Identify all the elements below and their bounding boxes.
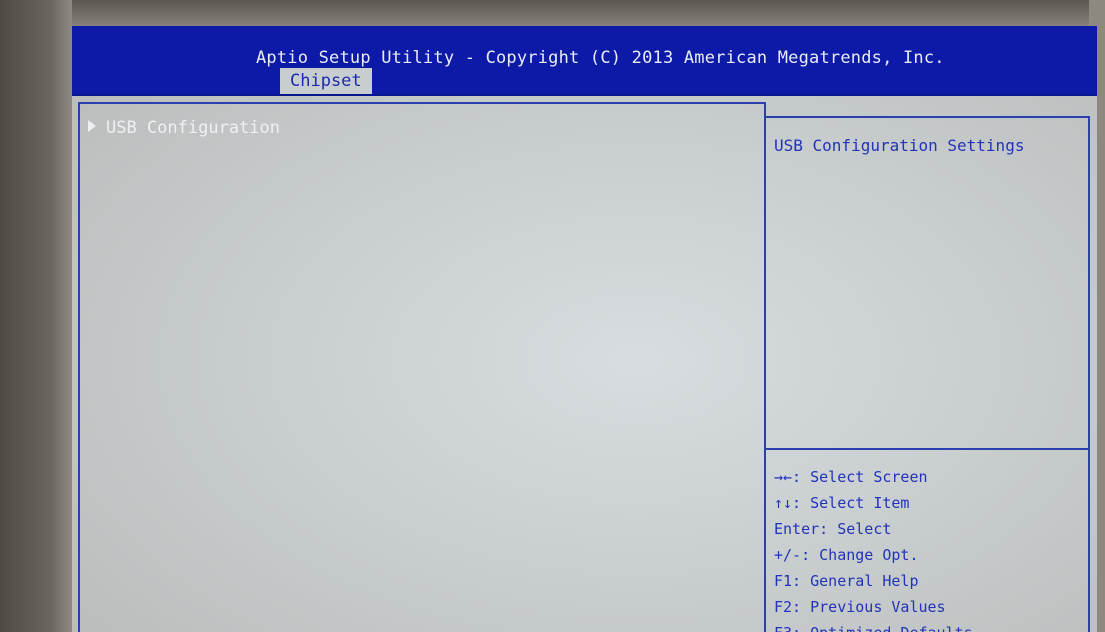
help-divider xyxy=(766,448,1088,450)
menu-item-label: USB Configuration xyxy=(106,118,280,138)
menu-panel: USB Configuration xyxy=(78,102,766,632)
tab-chipset[interactable]: Chipset xyxy=(280,68,372,94)
monitor-bezel-top xyxy=(0,0,1105,28)
key-legend: →←: Select Screen ↑↓: Select Item Enter:… xyxy=(774,464,973,632)
key-hint-select-screen: →←: Select Screen xyxy=(774,468,928,486)
key-hint-change-option: +/-: Change Opt. xyxy=(774,546,919,564)
monitor-bezel-left xyxy=(0,0,72,632)
help-panel: USB Configuration Settings →←: Select Sc… xyxy=(764,116,1090,632)
help-description: USB Configuration Settings xyxy=(774,136,1025,155)
submenu-arrow-icon xyxy=(88,120,96,132)
bios-screen: Aptio Setup Utility - Copyright (C) 2013… xyxy=(72,26,1097,632)
key-hint-optimized-defaults: F3: Optimized Defaults xyxy=(774,620,973,632)
key-hint-general-help: F1: General Help xyxy=(774,572,919,590)
menu-item-usb-configuration[interactable]: USB Configuration xyxy=(88,118,280,138)
key-hint-select-item: ↑↓: Select Item xyxy=(774,494,910,512)
key-hint-enter-select: Enter: Select xyxy=(774,520,892,538)
bios-title: Aptio Setup Utility - Copyright (C) 2013… xyxy=(256,48,945,68)
bios-header: Aptio Setup Utility - Copyright (C) 2013… xyxy=(72,26,1097,96)
key-hint-previous-values: F2: Previous Values xyxy=(774,598,946,616)
